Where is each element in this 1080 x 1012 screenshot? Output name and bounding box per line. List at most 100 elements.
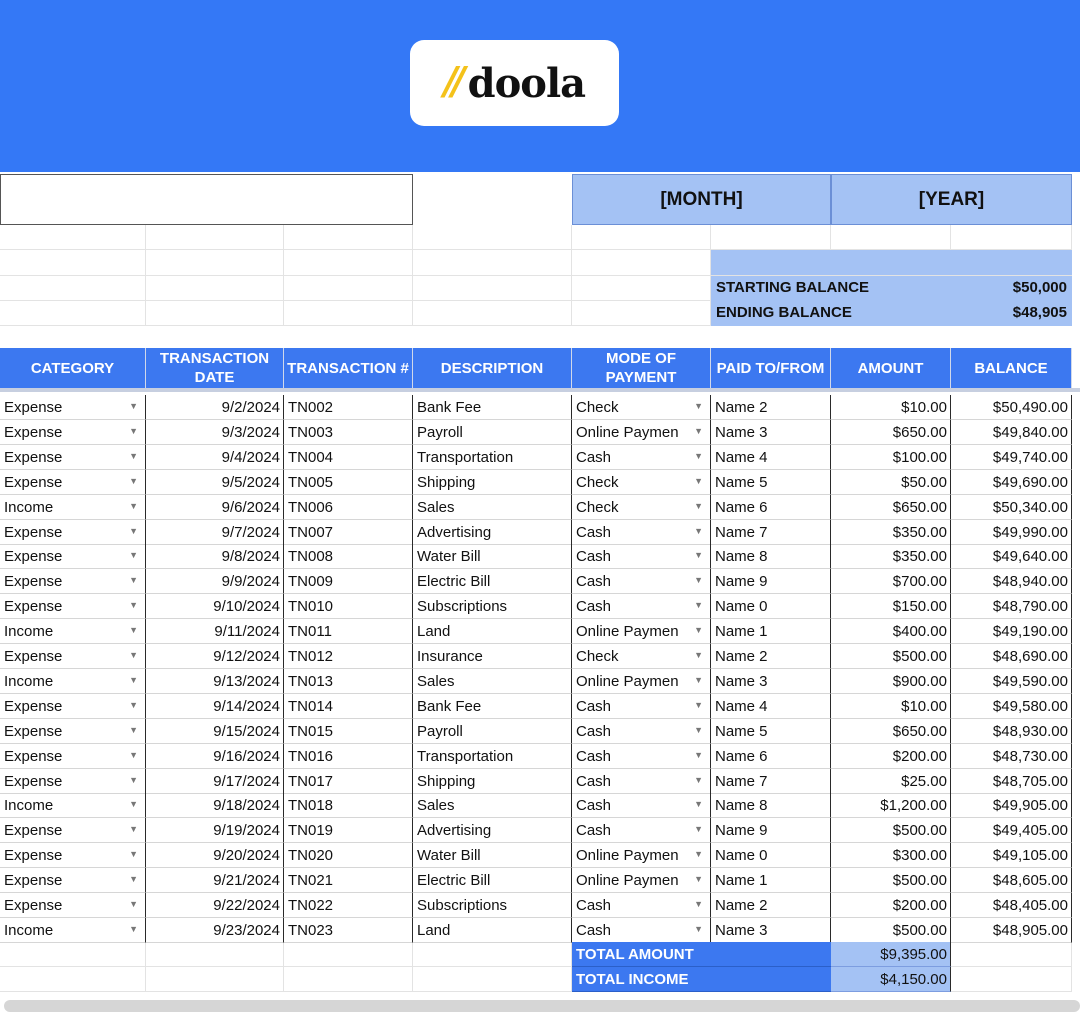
payment-mode-cell[interactable]: Online Paymen ▼ [572,868,711,894]
date-cell[interactable]: 9/17/2024 [146,768,284,794]
transaction-number-cell[interactable]: TN006 [284,494,413,520]
paid-to-from-cell[interactable]: Name 1 [711,868,831,894]
date-cell[interactable]: 9/2/2024 [146,395,284,420]
dropdown-arrow-icon[interactable]: ▼ [694,495,703,518]
category-cell[interactable]: Expense ▼ [0,843,146,869]
empty-cell[interactable] [413,225,572,250]
description-cell[interactable]: Shipping [413,768,572,794]
transaction-number-cell[interactable]: TN008 [284,544,413,570]
dropdown-arrow-icon[interactable]: ▼ [129,569,138,592]
amount-cell[interactable]: $500.00 [831,917,951,943]
balance-cell[interactable]: $48,930.00 [951,718,1072,744]
balance-cell[interactable]: $48,405.00 [951,893,1072,918]
category-cell[interactable]: Expense ▼ [0,718,146,744]
paid-to-from-cell[interactable]: Name 7 [711,768,831,794]
transaction-number-cell[interactable]: TN009 [284,569,413,595]
category-cell[interactable]: Income ▼ [0,619,146,645]
paid-to-from-cell[interactable]: Name 3 [711,668,831,694]
transaction-number-cell[interactable]: TN014 [284,693,413,719]
empty-cell[interactable] [572,250,711,276]
paid-to-from-cell[interactable]: Name 2 [711,644,831,669]
category-cell[interactable]: Expense ▼ [0,868,146,894]
dropdown-arrow-icon[interactable]: ▼ [129,669,138,692]
balance-cell[interactable]: $48,705.00 [951,768,1072,794]
amount-cell[interactable]: $100.00 [831,444,951,470]
balance-cell[interactable]: $49,580.00 [951,693,1072,719]
empty-cell[interactable] [413,276,572,301]
category-cell[interactable]: Income ▼ [0,917,146,943]
paid-to-from-cell[interactable]: Name 6 [711,743,831,769]
dropdown-arrow-icon[interactable]: ▼ [129,445,138,468]
description-cell[interactable]: Advertising [413,519,572,545]
description-cell[interactable]: Insurance [413,644,572,669]
payment-mode-cell[interactable]: Cash ▼ [572,768,711,794]
date-cell[interactable]: 9/13/2024 [146,668,284,694]
category-cell[interactable]: Expense ▼ [0,419,146,445]
category-cell[interactable]: Income ▼ [0,793,146,819]
payment-mode-cell[interactable]: Cash ▼ [572,693,711,719]
empty-cell[interactable] [951,942,1072,967]
category-cell[interactable]: Expense ▼ [0,818,146,844]
amount-cell[interactable]: $350.00 [831,519,951,545]
balance-cell[interactable]: $48,690.00 [951,644,1072,669]
dropdown-arrow-icon[interactable]: ▼ [694,395,703,418]
empty-cell[interactable] [0,301,146,326]
dropdown-arrow-icon[interactable]: ▼ [129,495,138,518]
dropdown-arrow-icon[interactable]: ▼ [694,619,703,642]
empty-cell[interactable] [0,967,146,992]
transaction-number-cell[interactable]: TN013 [284,668,413,694]
balance-cell[interactable]: $49,405.00 [951,818,1072,844]
empty-cell[interactable] [572,276,711,301]
date-cell[interactable]: 9/9/2024 [146,569,284,595]
date-cell[interactable]: 9/12/2024 [146,644,284,669]
dropdown-arrow-icon[interactable]: ▼ [694,420,703,443]
balance-cell[interactable]: $48,905.00 [951,917,1072,943]
amount-cell[interactable]: $700.00 [831,569,951,595]
paid-to-from-cell[interactable]: Name 4 [711,444,831,470]
date-cell[interactable]: 9/6/2024 [146,494,284,520]
transaction-number-cell[interactable]: TN017 [284,768,413,794]
category-cell[interactable]: Expense ▼ [0,395,146,420]
amount-cell[interactable]: $350.00 [831,544,951,570]
payment-mode-cell[interactable]: Check ▼ [572,494,711,520]
empty-cell[interactable] [146,301,284,326]
date-cell[interactable]: 9/16/2024 [146,743,284,769]
empty-cell[interactable] [951,967,1072,992]
dropdown-arrow-icon[interactable]: ▼ [129,793,138,816]
date-cell[interactable]: 9/21/2024 [146,868,284,894]
date-cell[interactable]: 9/18/2024 [146,793,284,819]
empty-cell[interactable] [146,225,284,250]
balance-cell[interactable]: $49,905.00 [951,793,1072,819]
amount-cell[interactable]: $650.00 [831,419,951,445]
category-cell[interactable]: Expense ▼ [0,569,146,595]
dropdown-arrow-icon[interactable]: ▼ [129,893,138,916]
dropdown-arrow-icon[interactable]: ▼ [129,918,138,941]
payment-mode-cell[interactable]: Cash ▼ [572,519,711,545]
payment-mode-cell[interactable]: Check ▼ [572,395,711,420]
empty-cell[interactable] [284,276,413,301]
payment-mode-cell[interactable]: Online Paymen ▼ [572,419,711,445]
transaction-number-cell[interactable]: TN012 [284,644,413,669]
empty-cell[interactable] [413,250,572,276]
paid-to-from-cell[interactable]: Name 0 [711,843,831,869]
paid-to-from-cell[interactable]: Name 6 [711,494,831,520]
description-cell[interactable]: Sales [413,793,572,819]
paid-to-from-cell[interactable]: Name 0 [711,594,831,620]
dropdown-arrow-icon[interactable]: ▼ [129,868,138,891]
balance-cell[interactable]: $49,190.00 [951,619,1072,645]
amount-cell[interactable]: $500.00 [831,868,951,894]
dropdown-arrow-icon[interactable]: ▼ [129,744,138,767]
description-cell[interactable]: Electric Bill [413,569,572,595]
empty-cell[interactable] [831,225,951,250]
empty-cell[interactable] [146,967,284,992]
payment-mode-cell[interactable]: Cash ▼ [572,569,711,595]
payment-mode-cell[interactable]: Cash ▼ [572,544,711,570]
balance-cell[interactable]: $48,730.00 [951,743,1072,769]
balance-cell[interactable]: $49,640.00 [951,544,1072,570]
dropdown-arrow-icon[interactable]: ▼ [129,719,138,742]
dropdown-arrow-icon[interactable]: ▼ [694,893,703,916]
payment-mode-cell[interactable]: Cash ▼ [572,793,711,819]
transaction-number-cell[interactable]: TN020 [284,843,413,869]
dropdown-arrow-icon[interactable]: ▼ [694,793,703,816]
dropdown-arrow-icon[interactable]: ▼ [129,843,138,866]
